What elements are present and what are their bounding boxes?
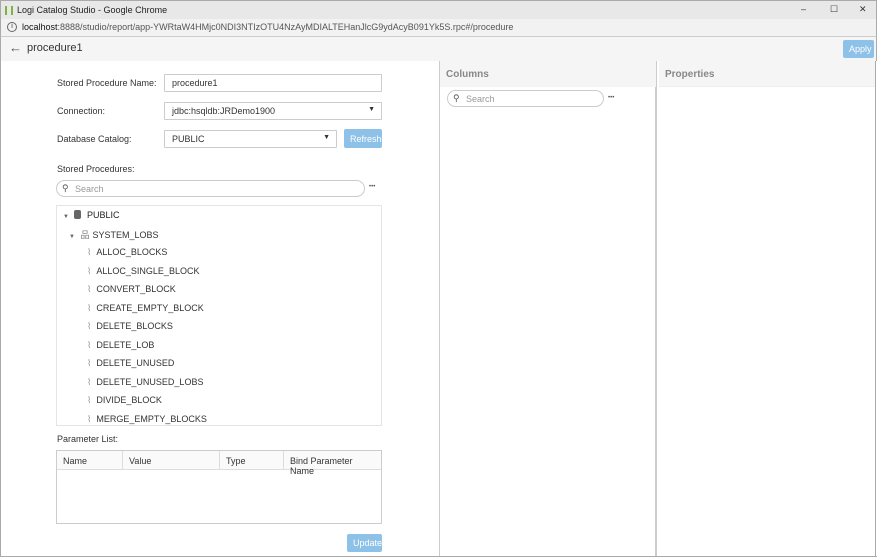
procedure-icon: ⌇ — [87, 376, 92, 387]
catalog-label: Database Catalog: — [57, 134, 132, 144]
connection-label: Connection: — [57, 106, 106, 116]
tree-node-procedure[interactable]: ⌇ CONVERT_BLOCK — [87, 284, 176, 295]
app-header: ← procedure1 Apply — [0, 37, 877, 61]
minimize-button[interactable]: – — [801, 4, 806, 14]
hierarchy-icon: 品 — [80, 230, 90, 240]
chevron-down-icon: ▼ — [323, 134, 330, 141]
name-label: Stored Procedure Name: — [57, 78, 157, 88]
procedure-icon: ⌇ — [87, 284, 92, 294]
url-text: localhost:8888/studio/report/app-YWRtaW4… — [22, 22, 514, 32]
columns-panel: Columns ⚲ Search ••• — [439, 61, 657, 557]
tree-node-schema[interactable]: ▼ 品 SYSTEM_LOBS — [69, 228, 159, 241]
procedure-icon: ⌇ — [87, 413, 92, 424]
tree-node-procedure[interactable]: ⌇ DELETE_UNUSED_LOBS — [87, 377, 203, 388]
update-button[interactable]: Update — [347, 534, 382, 552]
search-icon: ⚲ — [453, 93, 460, 103]
procedure-icon: ⌇ — [87, 247, 92, 257]
tree-node-procedure[interactable]: ⌇ DELETE_LOB — [87, 340, 154, 351]
connection-select[interactable]: jdbc:hsqldb:JRDemo1900 ▼ — [164, 102, 382, 120]
tree-node-procedure[interactable]: ⌇ DIVIDE_BLOCK — [87, 395, 162, 406]
apply-button[interactable]: Apply — [843, 40, 874, 58]
address-bar[interactable]: i localhost:8888/studio/report/app-YWRta… — [0, 19, 877, 37]
parameter-list-label: Parameter List: — [57, 434, 119, 444]
columns-more-button[interactable]: ••• — [608, 95, 614, 101]
maximize-button[interactable]: ☐ — [830, 4, 838, 15]
app-logo-icon — [5, 6, 13, 15]
procedure-search-input[interactable]: ⚲ Search — [56, 180, 365, 197]
properties-panel: Properties — [659, 61, 876, 557]
page-title: procedure1 — [27, 42, 83, 54]
tree-node-procedure[interactable]: ⌇ ALLOC_SINGLE_BLOCK — [87, 266, 199, 277]
column-header-value[interactable]: Value — [123, 451, 220, 470]
column-header-type[interactable]: Type — [220, 451, 284, 470]
window-titlebar: Logi Catalog Studio - Google Chrome – ☐ … — [0, 0, 877, 19]
window-title: Logi Catalog Studio - Google Chrome — [17, 5, 168, 15]
database-icon — [74, 210, 82, 219]
caret-down-icon: ▼ — [63, 214, 69, 220]
column-header-bind-parameter[interactable]: Bind Parameter Name — [284, 451, 381, 476]
column-header-name[interactable]: Name — [57, 451, 123, 470]
tree-node-procedure[interactable]: ⌇ MERGE_EMPTY_BLOCKS — [87, 414, 207, 425]
search-icon: ⚲ — [62, 183, 69, 193]
procedure-icon: ⌇ — [87, 321, 92, 331]
more-options-button[interactable]: ••• — [369, 184, 375, 190]
tree-node-procedure[interactable]: ⌇ ALLOC_BLOCKS — [87, 247, 167, 258]
columns-search-input[interactable]: ⚲ Search — [447, 90, 604, 107]
close-button[interactable]: ✕ — [859, 4, 867, 15]
procedure-icon: ⌇ — [87, 302, 92, 313]
refresh-button[interactable]: Refresh — [344, 129, 382, 148]
info-icon: i — [7, 22, 17, 32]
catalog-select[interactable]: PUBLIC ▼ — [164, 130, 337, 148]
procedures-label: Stored Procedures: — [57, 164, 135, 174]
tree-node-procedure[interactable]: ⌇ DELETE_BLOCKS — [87, 321, 173, 332]
back-arrow-icon[interactable]: ← — [9, 40, 22, 55]
parameter-table: Name Value Type Bind Parameter Name — [56, 450, 382, 524]
tree-node-procedure[interactable]: ⌇ DELETE_UNUSED — [87, 358, 174, 369]
tree-node-catalog[interactable]: ▼ PUBLIC — [63, 210, 120, 220]
properties-title: Properties — [665, 69, 715, 80]
tree-node-procedure[interactable]: ⌇ CREATE_EMPTY_BLOCK — [87, 303, 204, 314]
procedure-icon: ⌇ — [87, 339, 92, 350]
procedure-icon: ⌇ — [87, 395, 92, 405]
procedure-name-input[interactable]: procedure1 — [164, 74, 382, 92]
procedure-icon: ⌇ — [87, 358, 92, 368]
caret-down-icon: ▼ — [69, 234, 75, 240]
procedure-icon: ⌇ — [87, 265, 92, 276]
columns-title: Columns — [446, 69, 489, 80]
procedure-tree[interactable]: ▼ PUBLIC ▼ 品 SYSTEM_LOBS ⌇ ALLOC_BLOCKS ⌇ AL… — [56, 205, 382, 426]
chevron-down-icon: ▼ — [368, 106, 375, 113]
